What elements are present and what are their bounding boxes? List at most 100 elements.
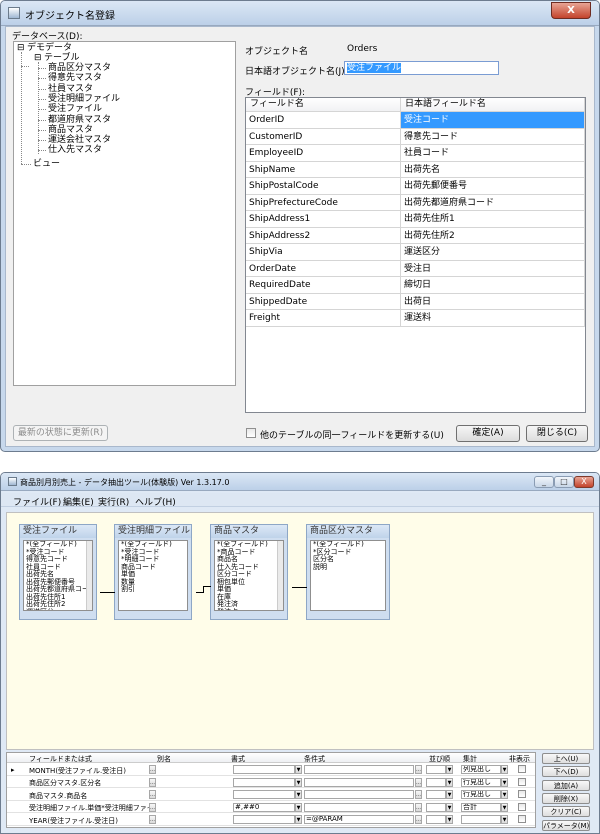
aggregate-dropdown-icon[interactable]: ▼ — [501, 777, 508, 787]
field-name-cell[interactable]: OrderDate — [246, 260, 401, 276]
fields-grid[interactable]: フィールド名 日本語フィールド名 OrderID 受注コード CustomerID 得… — [245, 97, 586, 413]
col-format[interactable]: 書式 — [231, 754, 245, 764]
sort-order-select[interactable] — [426, 765, 446, 774]
query-design-canvas[interactable]: 受注ファイル *(全フィールド) *受注コード 得意先コード 社員コード 出荷先名 出荷先郵… — [6, 512, 594, 750]
format-select[interactable] — [233, 777, 295, 787]
expr-builder-button[interactable]: … — [149, 765, 156, 774]
field-expr-cell[interactable]: 商品マスタ.商品名 — [29, 791, 87, 801]
list-scrollbar[interactable] — [277, 541, 283, 610]
table-box-title[interactable]: 商品マスタ — [211, 525, 287, 538]
refresh-button[interactable]: 最新の状態に更新(R) — [13, 425, 108, 441]
expr-builder-button[interactable]: … — [149, 802, 156, 812]
field-name-cell[interactable]: EmployeeID — [246, 145, 401, 161]
table-row[interactable]: ShipVia 運送区分 — [246, 244, 585, 261]
table-field-item[interactable]: 運送区分 — [26, 608, 92, 610]
sort-dropdown-icon[interactable]: ▼ — [446, 777, 453, 787]
format-select[interactable] — [233, 765, 295, 774]
hidden-checkbox[interactable] — [518, 815, 526, 823]
field-name-cell[interactable]: Freight — [246, 310, 401, 326]
menu-help[interactable]: ヘルプ(H) — [135, 495, 176, 508]
condition-cell[interactable] — [304, 777, 414, 787]
table-row[interactable]: ShippedDate 出荷日 — [246, 293, 585, 310]
database-tree[interactable]: ⊟ デモデータ ⊟ テーブル 商品区分マスタ 得意先マスタ 社員マスタ 受注明細ファイ… — [13, 41, 236, 386]
field-expr-cell[interactable]: YEAR(受注ファイル.受注日) — [29, 816, 118, 826]
tree-node-tables[interactable]: テーブル — [44, 53, 79, 63]
tree-node-table[interactable]: 商品マスタ — [48, 125, 93, 135]
table-row[interactable]: OrderDate 受注日 — [246, 260, 585, 277]
field-name-cell[interactable]: ShipName — [246, 161, 401, 177]
table-row[interactable]: EmployeeID 社員コード — [246, 145, 585, 162]
row-marker-icon[interactable]: ▸ — [11, 766, 15, 774]
dialog-close-icon[interactable]: X — [551, 2, 591, 19]
col-sort-order[interactable]: 並び順 — [429, 754, 450, 764]
field-name-cell[interactable]: ShippedDate — [246, 293, 401, 309]
add-row-button[interactable]: 追加(A) — [542, 779, 590, 791]
table-row[interactable]: OrderID 受注コード — [246, 112, 585, 129]
tree-node-table[interactable]: 運送会社マスタ — [48, 135, 111, 145]
tree-node-table[interactable]: 社員マスタ — [48, 84, 93, 94]
aggregate-dropdown-icon[interactable]: ▼ — [501, 790, 508, 799]
tree-expand-root-icon[interactable]: ⊟ — [17, 43, 25, 53]
tree-node-root[interactable]: デモデータ — [27, 43, 72, 53]
list-scrollbar[interactable] — [86, 541, 92, 610]
table-row[interactable]: Freight 運送料 — [246, 310, 585, 327]
table-row[interactable]: CustomerID 得意先コード — [246, 128, 585, 145]
menu-run[interactable]: 実行(R) — [98, 495, 129, 508]
close-button[interactable]: 閉じる(C) — [526, 425, 588, 442]
sort-order-select[interactable] — [426, 777, 446, 787]
field-expr-cell[interactable]: MONTH(受注ファイル.受注日) — [29, 766, 126, 776]
col-hidden[interactable]: 非表示 — [509, 754, 530, 764]
format-dropdown-icon[interactable]: ▼ — [295, 777, 302, 787]
table-row[interactable]: 受注明細ファイル.単価*受注明細ファイ.… #,##0 ▼… ▼ 合計 ▼ — [7, 802, 535, 813]
sort-order-select[interactable] — [426, 790, 446, 799]
field-expr-cell[interactable]: 商品区分マスタ.区分名 — [29, 778, 101, 788]
table-field-item[interactable]: 発注点 — [217, 608, 283, 610]
jp-field-name-cell[interactable]: 受注コード — [401, 112, 585, 128]
update-same-field-checkbox[interactable] — [246, 428, 256, 438]
jp-field-name-cell[interactable]: 受注日 — [401, 260, 585, 276]
table-field-list[interactable]: *(全フィールド) *受注コード *明細コード 商品コード 単価 数量 割引 — [118, 540, 188, 611]
hidden-checkbox[interactable] — [518, 777, 526, 786]
field-name-cell[interactable]: RequiredDate — [246, 277, 401, 293]
table-field-item[interactable]: 説明 — [313, 563, 385, 572]
sort-dropdown-icon[interactable]: ▼ — [446, 790, 453, 799]
table-row[interactable]: 商品区分マスタ.区分名… ▼… ▼ 行見出し ▼ — [7, 777, 535, 788]
table-row[interactable]: RequiredDate 締切日 — [246, 277, 585, 294]
table-box[interactable]: 受注ファイル *(全フィールド) *受注コード 得意先コード 社員コード 出荷先名 出荷先郵… — [19, 524, 97, 620]
field-name-cell[interactable]: ShipAddress1 — [246, 211, 401, 227]
table-row[interactable]: ▸ MONTH(受注ファイル.受注日)… ▼… ▼ 列見出し ▼ — [7, 764, 535, 776]
format-dropdown-icon[interactable]: ▼ — [295, 802, 302, 812]
table-box-title[interactable]: 商品区分マスタ — [307, 525, 389, 538]
sort-dropdown-icon[interactable]: ▼ — [446, 765, 453, 774]
column-header-jp-field-name[interactable]: 日本語フィールド名 — [401, 98, 585, 111]
table-row[interactable]: ShipPrefectureCode 出荷先都道府県コード — [246, 194, 585, 211]
tree-node-table[interactable]: 仕入先マスタ — [48, 145, 102, 155]
table-box-title[interactable]: 受注明細ファイル — [115, 525, 191, 538]
jp-field-name-cell[interactable]: 運送料 — [401, 310, 585, 326]
delete-row-button[interactable]: 削除(X) — [542, 792, 590, 804]
jp-field-name-cell[interactable]: 出荷先名 — [401, 161, 585, 177]
sort-order-select[interactable] — [426, 802, 446, 812]
table-field-list[interactable]: *(全フィールド) *商品コード 商品名 仕入先コード 区分コード 梱包単位 単価 在庫 発注済… — [214, 540, 284, 611]
jp-field-name-cell[interactable]: 出荷先住所2 — [401, 227, 585, 243]
tree-expand-tables-icon[interactable]: ⊟ — [34, 53, 42, 63]
format-select[interactable]: #,##0 — [233, 802, 295, 812]
field-name-cell[interactable]: OrderID — [246, 112, 401, 128]
condition-cell[interactable] — [304, 765, 414, 774]
table-row[interactable]: YEAR(受注ファイル.受注日)… ▼ =@PARAM… ▼ ▼ — [7, 814, 535, 826]
minimize-icon[interactable]: _ — [534, 476, 554, 488]
column-header-field-name[interactable]: フィールド名 — [246, 98, 401, 111]
menu-file[interactable]: ファイル(F) — [13, 495, 61, 508]
aggregate-select[interactable]: 合計 — [461, 802, 501, 812]
aggregate-select[interactable]: 行見出し — [461, 790, 501, 799]
ok-button[interactable]: 確定(A) — [456, 425, 520, 442]
condition-cell[interactable] — [304, 802, 414, 812]
hidden-checkbox[interactable] — [518, 790, 526, 798]
tree-node-table[interactable]: 受注ファイル — [48, 104, 102, 114]
jp-object-name-input[interactable]: 受注ファイル — [344, 61, 499, 75]
table-field-list[interactable]: *(全フィールド) *区分コード 区分名 説明 — [310, 540, 386, 611]
table-row[interactable]: ShipAddress1 出荷先住所1 — [246, 211, 585, 228]
jp-field-name-cell[interactable]: 運送区分 — [401, 244, 585, 260]
menu-edit[interactable]: 編集(E) — [63, 495, 94, 508]
tree-node-table[interactable]: 得意先マスタ — [48, 73, 102, 83]
